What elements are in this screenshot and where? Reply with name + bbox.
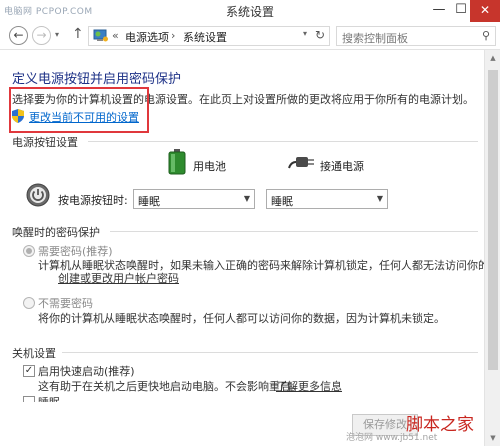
address-bar: ← → ▾ ↑ « 电源选项 › 系统设置 ▾ ↻ 搜索控制面板 ⚲: [0, 22, 500, 50]
sleep-checkbox[interactable]: [23, 396, 35, 402]
learn-more-link[interactable]: 了解更多信息: [276, 378, 342, 394]
search-input[interactable]: 搜索控制面板 ⚲: [336, 26, 496, 46]
history-dropdown-icon[interactable]: ▾: [55, 30, 59, 39]
up-arrow-icon[interactable]: ↑: [72, 26, 84, 42]
section-divider: [110, 231, 478, 232]
close-button[interactable]: ✕: [470, 0, 500, 22]
fast-startup-label: 启用快速启动(推荐): [38, 365, 135, 378]
battery-label: 用电池: [193, 160, 226, 173]
password-heading: 唤醒时的密码保护: [12, 226, 100, 239]
plugged-in-label: 接通电源: [320, 160, 364, 173]
control-panel-icon: [93, 29, 108, 42]
no-password-radio[interactable]: [23, 297, 35, 309]
require-password-radio[interactable]: [23, 245, 35, 257]
plugged-action-value: 睡眠: [271, 195, 293, 208]
watermark-url: 泡泡网 www.jb51.net: [346, 433, 438, 443]
highlight-annotation: [9, 87, 149, 133]
section-divider: [62, 352, 478, 353]
no-password-label: 不需要密码: [38, 297, 93, 310]
breadcrumb-power-options[interactable]: 电源选项: [125, 29, 169, 45]
breadcrumb-separator[interactable]: ›: [171, 29, 175, 42]
back-arrow-icon[interactable]: ←: [9, 26, 28, 45]
search-icon[interactable]: ⚲: [482, 29, 490, 42]
battery-icon: [168, 149, 186, 175]
power-button-row-label: 按电源按钮时:: [58, 194, 128, 207]
vertical-scrollbar[interactable]: ▲ ▼: [484, 50, 500, 446]
account-password-link[interactable]: 创建或更改用户帐户密码: [58, 270, 179, 286]
breadcrumb-system-settings[interactable]: 系统设置: [183, 29, 227, 45]
scroll-up-icon[interactable]: ▲: [485, 50, 500, 66]
chevron-down-icon: ▼: [376, 194, 383, 203]
page-title: 定义电源按钮并启用密码保护: [12, 72, 182, 87]
no-password-description: 将你的计算机从睡眠状态唤醒时，任何人都可以访问你的数据，因为计算机未锁定。: [38, 312, 445, 325]
search-placeholder: 搜索控制面板: [342, 32, 408, 45]
address-box[interactable]: « 电源选项 › 系统设置 ▾ ↻: [88, 26, 330, 46]
window-title: 系统设置: [225, 5, 274, 19]
plugged-action-select[interactable]: 睡眠 ▼: [266, 189, 388, 209]
power-button-icon: [26, 183, 50, 207]
title-bar: 电脑网 PCPOP.COM 系统设置 — ☐ ✕: [0, 0, 500, 22]
section-divider: [88, 141, 478, 142]
scroll-thumb[interactable]: [488, 70, 498, 370]
battery-action-value: 睡眠: [138, 195, 160, 208]
battery-action-select[interactable]: 睡眠 ▼: [133, 189, 255, 209]
forward-arrow-icon[interactable]: →: [32, 26, 51, 45]
refresh-icon[interactable]: ↻: [315, 28, 325, 42]
fast-startup-checkbox[interactable]: ✓: [23, 365, 35, 377]
sleep-label: 睡眠: [38, 394, 60, 402]
chevron-down-icon: ▼: [243, 194, 250, 203]
power-plug-icon: [288, 157, 314, 169]
address-dropdown-icon[interactable]: ▾: [303, 29, 307, 38]
shutdown-heading: 关机设置: [12, 347, 56, 360]
fast-startup-description: 这有助于在关机之后更快地启动电脑。不会影响重启。: [38, 380, 302, 393]
address-overflow[interactable]: «: [112, 29, 119, 42]
power-buttons-heading: 电源按钮设置: [12, 136, 78, 149]
scroll-down-icon[interactable]: ▼: [485, 430, 500, 446]
